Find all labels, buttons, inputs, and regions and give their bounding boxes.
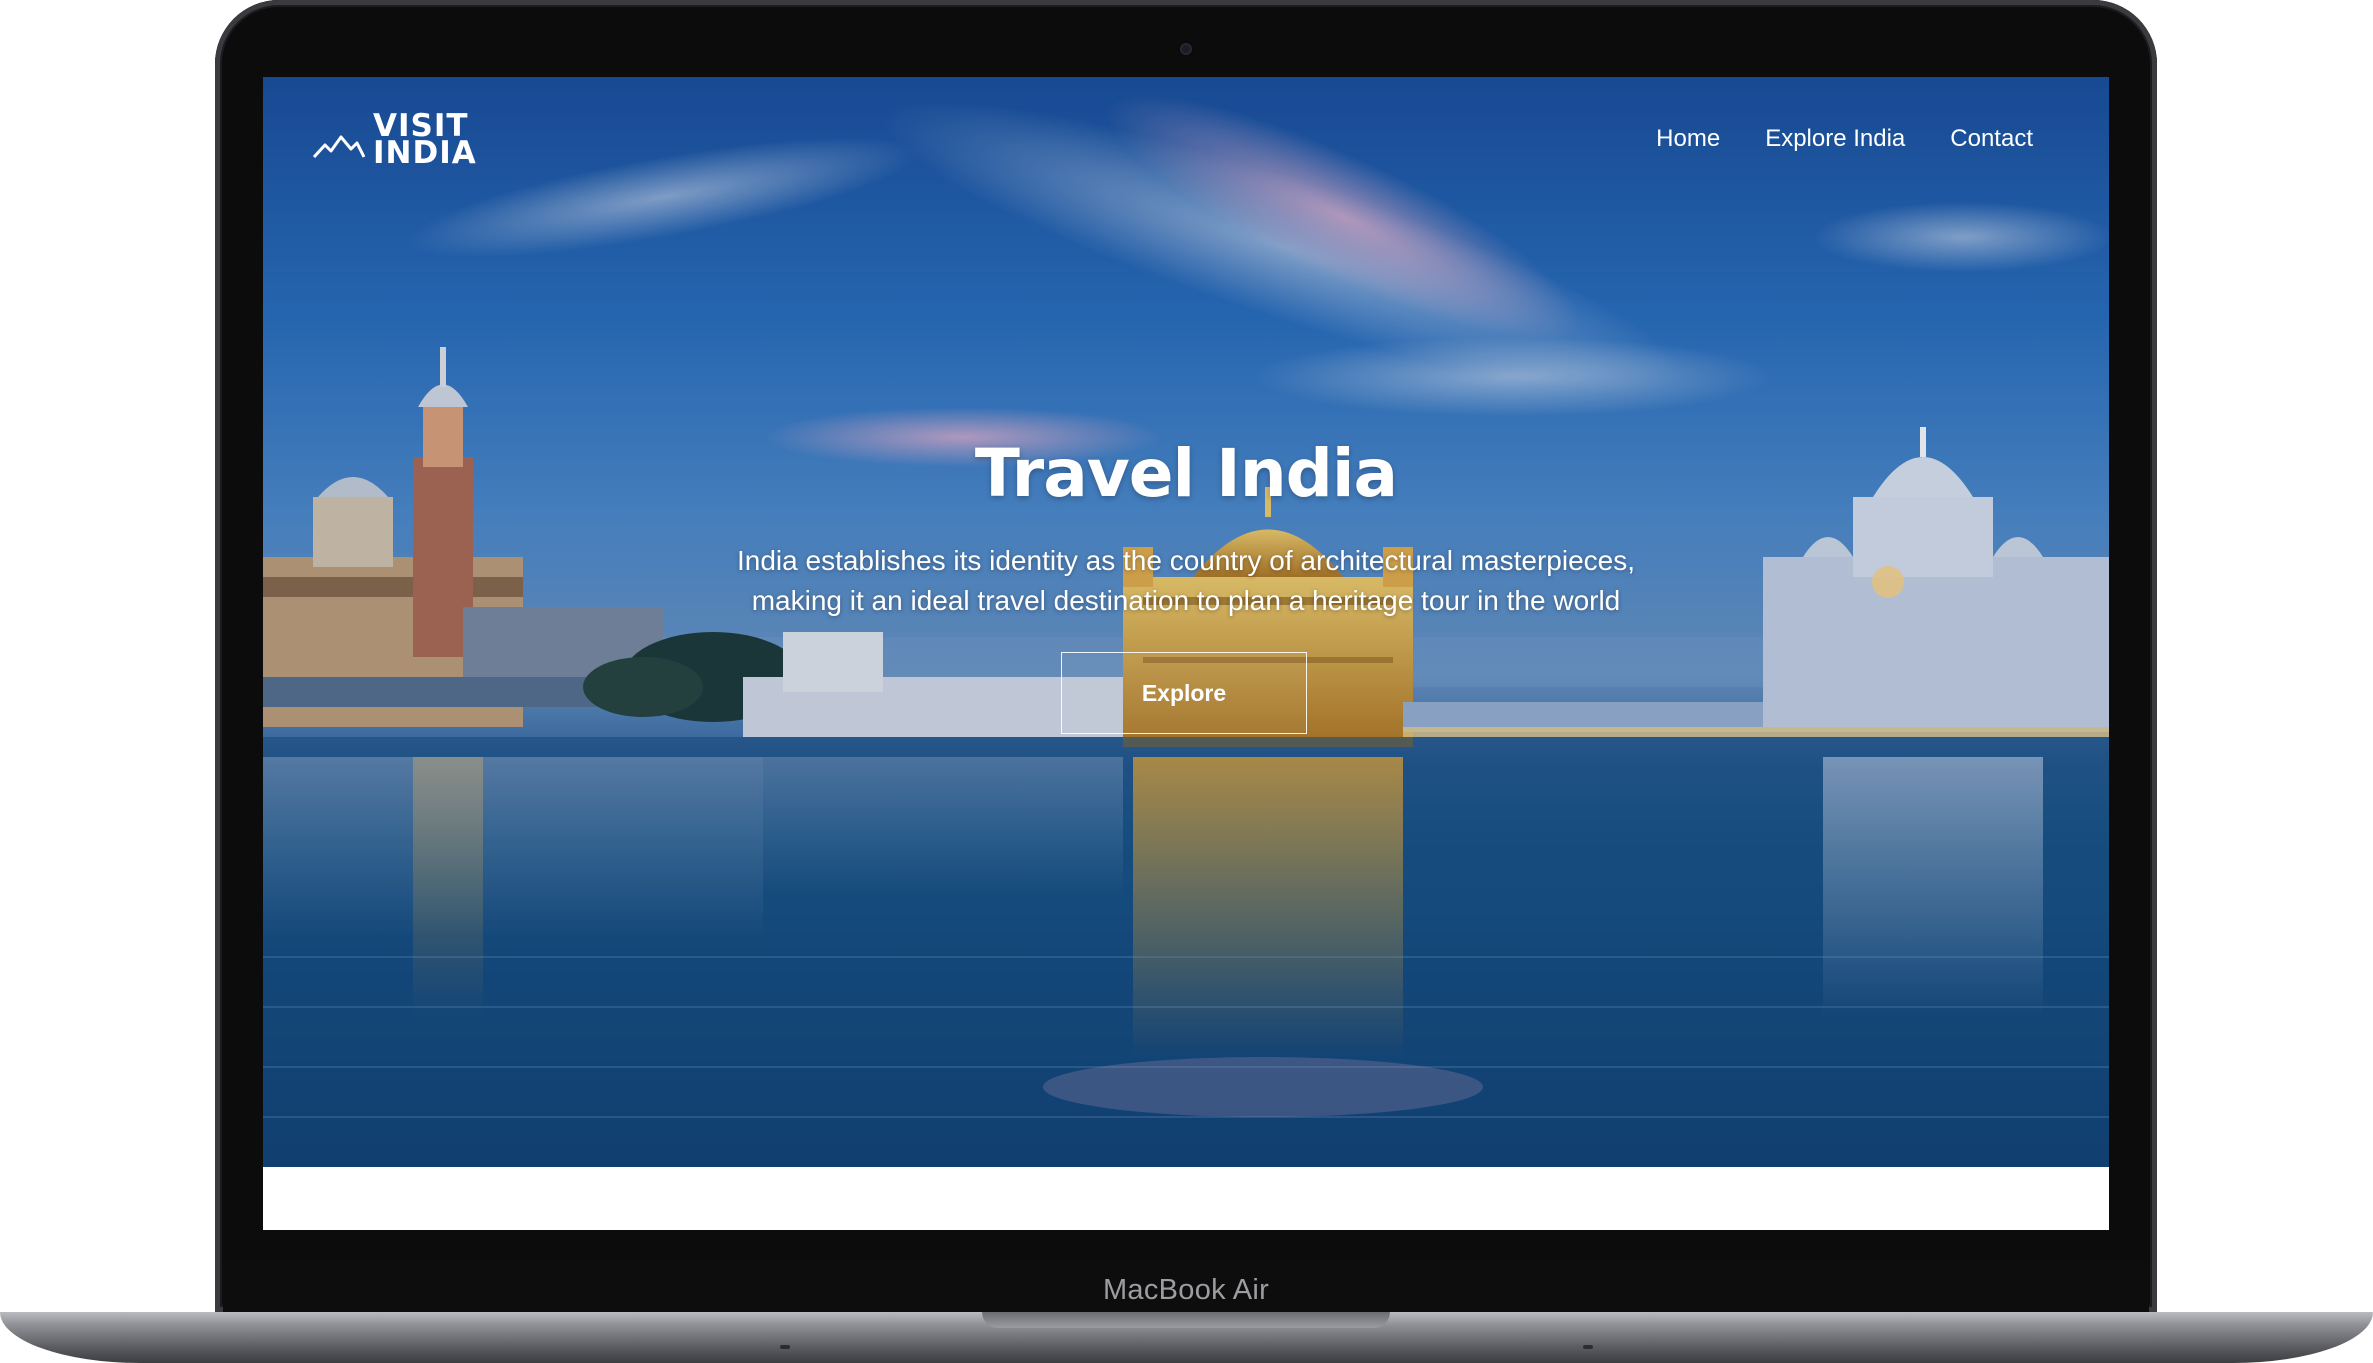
hero-subtitle: India establishes its identity as the co… — [686, 541, 1686, 621]
logo-line-india: INDIA — [373, 135, 477, 171]
hero-subtitle-line-1: India establishes its identity as the co… — [737, 545, 1635, 576]
hero-subtitle-line-2: making it an ideal travel destination to… — [751, 585, 1621, 616]
nav-link-contact[interactable]: Contact — [1950, 125, 2033, 153]
logo-wordmark: VISIT INDIA — [373, 111, 477, 171]
laptop-chin: MacBook Air — [223, 1262, 2149, 1312]
webcam-icon — [1180, 43, 1192, 55]
hero-overlay — [263, 77, 2109, 1167]
laptop-screen: VISIT INDIA Home Explore India Contact T… — [263, 77, 2109, 1230]
site-logo[interactable]: VISIT INDIA — [313, 111, 477, 171]
nav-link-explore-india[interactable]: Explore India — [1765, 125, 1905, 153]
hero-title: Travel India — [974, 435, 1398, 512]
hero-section: VISIT INDIA Home Explore India Contact T… — [263, 77, 2109, 1167]
device-mockup: VISIT INDIA Home Explore India Contact T… — [0, 0, 2373, 1363]
main-nav: Home Explore India Contact — [1656, 125, 2033, 153]
laptop-hinge-notch — [982, 1312, 1390, 1328]
nav-link-home[interactable]: Home — [1656, 125, 1720, 153]
laptop-foot — [1583, 1345, 1593, 1349]
mountain-logo-icon — [313, 135, 365, 159]
device-label: MacBook Air — [1102, 1274, 1270, 1306]
explore-button[interactable]: Explore — [1061, 652, 1307, 734]
laptop-foot — [780, 1345, 790, 1349]
